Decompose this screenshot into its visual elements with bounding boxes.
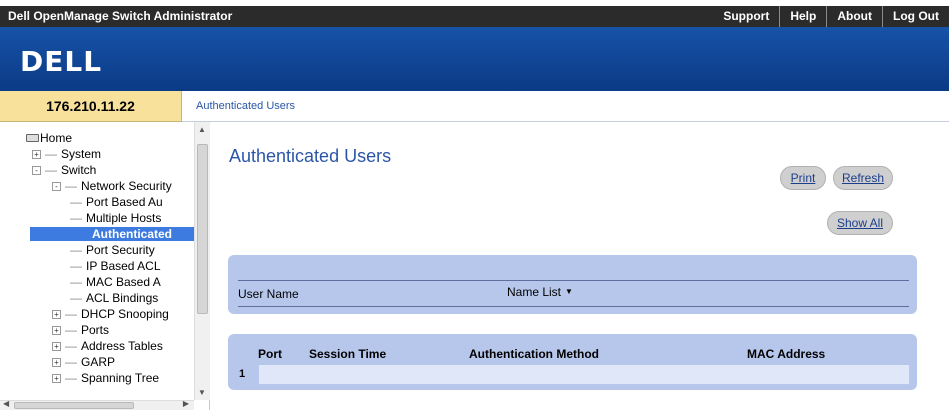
filter-panel: User Name Name List ▼ <box>228 255 917 314</box>
authenticated-users-table: Port Session Time Authentication Method … <box>228 334 917 390</box>
user-name-select[interactable]: Name List ▼ <box>507 285 573 299</box>
column-header-session-time: Session Time <box>309 347 387 361</box>
tree-item-spanning-tree[interactable]: + — Spanning Tree <box>52 371 159 385</box>
tree-item-port-security[interactable]: — Port Security <box>70 243 155 257</box>
scroll-down-icon[interactable]: ▼ <box>198 388 206 397</box>
expand-icon[interactable]: + <box>52 374 61 383</box>
support-link[interactable]: Support <box>713 6 779 27</box>
show-all-button[interactable]: Show All <box>827 211 893 235</box>
scroll-left-icon[interactable]: ◀ <box>3 399 9 408</box>
top-bar: Dell OpenManage Switch Administrator Sup… <box>0 0 949 27</box>
tree-item-multiple-hosts[interactable]: — Multiple Hosts <box>70 211 161 225</box>
scroll-thumb[interactable] <box>197 144 208 314</box>
breadcrumb-label: Authenticated Users <box>196 100 296 112</box>
tree-item-home[interactable]: Home <box>26 131 72 145</box>
dell-logo: DELL <box>20 45 103 78</box>
tree-item-port-based-auth[interactable]: — Port Based Au <box>70 195 163 209</box>
help-link[interactable]: Help <box>779 6 826 27</box>
folder-icon <box>26 134 39 142</box>
dropdown-arrow-icon: ▼ <box>565 287 573 296</box>
about-link[interactable]: About <box>826 6 882 27</box>
device-ip: 176.210.11.22 <box>0 91 182 122</box>
refresh-button[interactable]: Refresh <box>833 166 893 190</box>
tree-item-dhcp-snooping[interactable]: + — DHCP Snooping <box>52 307 169 321</box>
scroll-thumb[interactable] <box>14 402 134 409</box>
expand-icon[interactable]: + <box>32 150 41 159</box>
tree-item-acl-bindings[interactable]: — ACL Bindings <box>70 291 158 305</box>
app-title: Dell OpenManage Switch Administrator <box>8 9 233 23</box>
collapse-icon[interactable]: - <box>52 182 61 191</box>
main-content: Authenticated Users Print Refresh Show A… <box>211 122 949 410</box>
logout-link[interactable]: Log Out <box>882 6 949 27</box>
expand-icon[interactable]: + <box>52 326 61 335</box>
sidebar-horizontal-scrollbar[interactable]: ◀ ▶ <box>0 399 194 410</box>
expand-icon[interactable]: + <box>52 310 61 319</box>
tree-item-ports[interactable]: + — Ports <box>52 323 109 337</box>
expand-icon[interactable]: + <box>52 358 61 367</box>
table-row[interactable]: 1 <box>237 365 909 384</box>
tree-item-switch[interactable]: - — Switch <box>32 163 96 177</box>
tree-item-mac-based-acl[interactable]: — MAC Based A <box>70 275 161 289</box>
collapse-icon[interactable]: - <box>32 166 41 175</box>
sidebar-vertical-scrollbar[interactable]: ▲ ▼ <box>194 122 210 400</box>
nav-tree: Home + — System - — Switch - — Network Securit… <box>0 122 194 400</box>
scroll-up-icon[interactable]: ▲ <box>198 125 206 134</box>
tree-item-garp[interactable]: + — GARP <box>52 355 115 369</box>
tree-item-address-tables[interactable]: + — Address Tables <box>52 339 163 353</box>
tree-item-system[interactable]: + — System <box>32 147 101 161</box>
column-header-authentication-method: Authentication Method <box>469 347 599 361</box>
breadcrumb: Authenticated Users <box>182 91 949 122</box>
logo-bar: DELL <box>0 27 949 91</box>
page-title: Authenticated Users <box>229 146 392 166</box>
column-header-port: Port <box>258 347 282 361</box>
sidebar: Home + — System - — Switch - — Network Securit… <box>0 122 210 410</box>
row-index: 1 <box>237 365 259 384</box>
tree-item-network-security[interactable]: - — Network Security <box>52 179 172 193</box>
print-button[interactable]: Print <box>780 166 826 190</box>
scroll-right-icon[interactable]: ▶ <box>183 399 189 408</box>
user-name-label: User Name <box>238 287 299 301</box>
expand-icon[interactable]: + <box>52 342 61 351</box>
column-header-mac-address: MAC Address <box>747 347 826 361</box>
tree-item-authenticated-users[interactable]: Authenticated <box>30 227 194 241</box>
top-links: Support Help About Log Out <box>713 6 949 27</box>
tree-item-ip-based-acl[interactable]: — IP Based ACL <box>70 259 161 273</box>
